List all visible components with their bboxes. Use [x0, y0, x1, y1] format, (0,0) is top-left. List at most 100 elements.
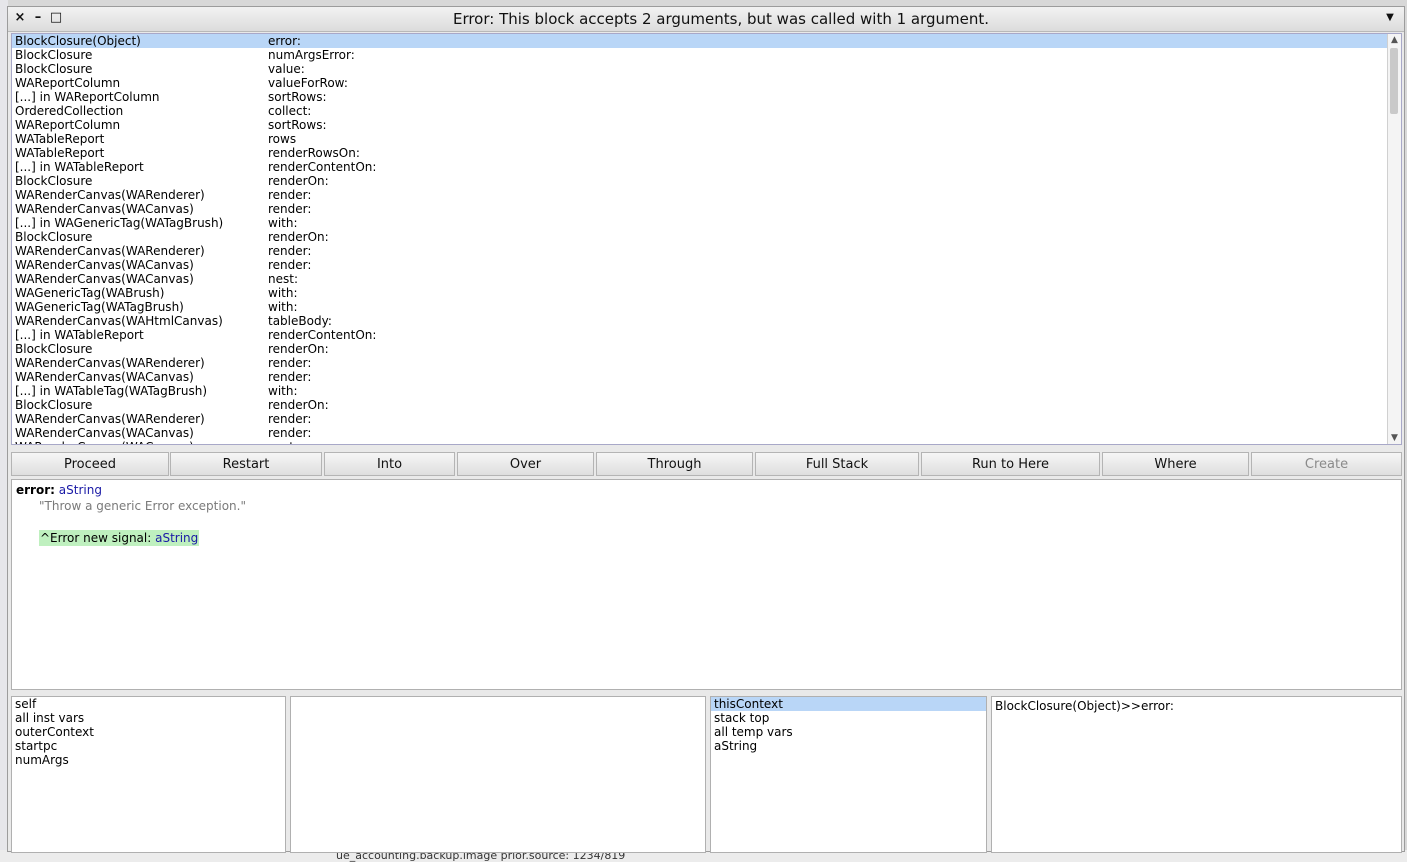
- proceed-button[interactable]: Proceed: [11, 452, 169, 476]
- where-button[interactable]: Where: [1102, 452, 1249, 476]
- stack-frame-selector: nest:: [268, 440, 298, 444]
- minimize-icon[interactable]: –: [30, 10, 46, 26]
- stack-frame-row[interactable]: [...] in WATableReport renderContentOn:: [12, 160, 1387, 174]
- title-bar[interactable]: × – □ Error: This block accepts 2 argume…: [8, 7, 1404, 32]
- stack-frame-class: WARenderCanvas(WACanvas): [15, 426, 194, 440]
- stack-frame-row[interactable]: WARenderCanvas(WACanvas) nest:: [12, 440, 1387, 444]
- through-button[interactable]: Through: [596, 452, 753, 476]
- scroll-thumb[interactable]: [1390, 48, 1398, 114]
- stack-frame-row[interactable]: WATableReport rows: [12, 132, 1387, 146]
- stack-frame-row[interactable]: WARenderCanvas(WARenderer) render:: [12, 188, 1387, 202]
- receiver-field-item[interactable]: startpc: [12, 739, 285, 753]
- restart-button[interactable]: Restart: [170, 452, 322, 476]
- receiver-field-item[interactable]: outerContext: [12, 725, 285, 739]
- stack-frame-row[interactable]: WARenderCanvas(WAHtmlCanvas) tableBody:: [12, 314, 1387, 328]
- stack-frame-selector: render:: [268, 426, 312, 440]
- stack-frame-selector: tableBody:: [268, 314, 332, 328]
- stack-frame-row[interactable]: WAGenericTag(WATagBrush) with:: [12, 300, 1387, 314]
- stack-frame-row[interactable]: BlockClosure value:: [12, 62, 1387, 76]
- receiver-field-item[interactable]: self: [12, 697, 285, 711]
- stack-frame-row[interactable]: BlockClosure renderOn:: [12, 398, 1387, 412]
- stack-frame-row[interactable]: BlockClosure(Object) error:: [12, 34, 1387, 48]
- stack-frame-class: WAGenericTag(WATagBrush): [15, 300, 184, 314]
- context-field-list[interactable]: thisContext stack top all temp vars aString: [710, 696, 987, 853]
- run-to-here-button[interactable]: Run to Here: [921, 452, 1100, 476]
- stack-frame-class: BlockClosure: [15, 398, 93, 412]
- stack-frame-class: BlockClosure: [15, 230, 93, 244]
- source-code-pane[interactable]: error: aString "Throw a generic Error ex…: [11, 479, 1402, 690]
- over-button[interactable]: Over: [457, 452, 594, 476]
- stack-list-pane[interactable]: BlockClosure(Object) error: BlockClosure nu…: [11, 33, 1402, 445]
- context-field-item[interactable]: all temp vars: [711, 725, 986, 739]
- stack-frame-class: WAReportColumn: [15, 76, 121, 90]
- method-comment: "Throw a generic Error exception.": [39, 499, 246, 513]
- stack-frame-row[interactable]: BlockClosure renderOn:: [12, 174, 1387, 188]
- context-value-pane[interactable]: BlockClosure(Object)>>error:: [991, 696, 1402, 853]
- stack-frame-row[interactable]: WARenderCanvas(WARenderer) render:: [12, 244, 1387, 258]
- stack-frame-selector: sortRows:: [268, 118, 327, 132]
- debugger-window: × – □ Error: This block accepts 2 argume…: [7, 6, 1405, 853]
- stack-frame-class: WARenderCanvas(WARenderer): [15, 356, 205, 370]
- receiver-field-item[interactable]: numArgs: [12, 753, 285, 767]
- stack-frame-class: [...] in WAReportColumn: [15, 90, 160, 104]
- stack-frame-row[interactable]: OrderedCollection collect:: [12, 104, 1387, 118]
- context-field-item[interactable]: aString: [711, 739, 986, 753]
- stack-frame-row[interactable]: WARenderCanvas(WACanvas) render:: [12, 370, 1387, 384]
- receiver-field-item[interactable]: all inst vars: [12, 711, 285, 725]
- stack-frame-row[interactable]: WATableReport renderRowsOn:: [12, 146, 1387, 160]
- stack-frame-class: WATableReport: [15, 146, 105, 160]
- receiver-value-pane[interactable]: [290, 696, 706, 853]
- stack-frame-selector: renderContentOn:: [268, 160, 377, 174]
- stack-frame-class: OrderedCollection: [15, 104, 124, 118]
- stack-frame-selector: render:: [268, 244, 312, 258]
- stack-frame-row[interactable]: WAReportColumn valueForRow:: [12, 76, 1387, 90]
- stack-frame-selector: render:: [268, 356, 312, 370]
- receiver-value-text: [291, 697, 705, 701]
- full-stack-button[interactable]: Full Stack: [755, 452, 919, 476]
- stack-frame-class: WARenderCanvas(WACanvas): [15, 272, 194, 286]
- stack-frame-row[interactable]: WARenderCanvas(WARenderer) render:: [12, 412, 1387, 426]
- window-menu-icon[interactable]: ▼: [1382, 10, 1398, 26]
- stack-scrollbar[interactable]: ▲ ▼: [1387, 34, 1401, 444]
- stack-frame-class: WAGenericTag(WABrush): [15, 286, 165, 300]
- receiver-field-list[interactable]: self all inst vars outerContext startpc numA…: [11, 696, 286, 853]
- stack-frame-row[interactable]: [...] in WATableReport renderContentOn:: [12, 328, 1387, 342]
- stack-frame-selector: collect:: [268, 104, 312, 118]
- stack-frame-selector: renderOn:: [268, 174, 329, 188]
- stack-frame-selector: render:: [268, 202, 312, 216]
- stack-frame-selector: with:: [268, 384, 298, 398]
- stack-frame-class: WARenderCanvas(WACanvas): [15, 202, 194, 216]
- stack-frame-row[interactable]: WAReportColumn sortRows:: [12, 118, 1387, 132]
- stack-frame-row[interactable]: BlockClosure renderOn:: [12, 230, 1387, 244]
- context-value-text: BlockClosure(Object)>>error:: [995, 699, 1174, 713]
- stack-frame-row[interactable]: WARenderCanvas(WARenderer) render:: [12, 356, 1387, 370]
- stack-frame-row[interactable]: WAGenericTag(WABrush) with:: [12, 286, 1387, 300]
- stack-frame-row[interactable]: [...] in WAGenericTag(WATagBrush) with:: [12, 216, 1387, 230]
- close-icon[interactable]: ×: [12, 10, 28, 26]
- stack-frame-selector: renderRowsOn:: [268, 146, 360, 160]
- context-field-item[interactable]: stack top: [711, 711, 986, 725]
- stack-frame-row[interactable]: WARenderCanvas(WACanvas) render:: [12, 258, 1387, 272]
- stack-frame-class: WARenderCanvas(WARenderer): [15, 244, 205, 258]
- stack-frame-class: [...] in WATableReport: [15, 160, 144, 174]
- into-button[interactable]: Into: [324, 452, 455, 476]
- context-field-item[interactable]: thisContext: [711, 697, 986, 711]
- stack-frame-row[interactable]: WARenderCanvas(WACanvas) render:: [12, 426, 1387, 440]
- stack-frame-row[interactable]: WARenderCanvas(WACanvas) render:: [12, 202, 1387, 216]
- stack-frame-row[interactable]: [...] in WATableTag(WATagBrush) with:: [12, 384, 1387, 398]
- stack-frame-selector: render:: [268, 258, 312, 272]
- create-button[interactable]: Create: [1251, 452, 1402, 476]
- scroll-down-icon[interactable]: ▼: [1388, 432, 1401, 444]
- stack-frame-row[interactable]: WARenderCanvas(WACanvas) nest:: [12, 272, 1387, 286]
- stack-frame-selector: renderContentOn:: [268, 328, 377, 342]
- stack-frame-class: WARenderCanvas(WACanvas): [15, 370, 194, 384]
- stack-frame-class: [...] in WATableReport: [15, 328, 144, 342]
- stack-frame-row[interactable]: BlockClosure numArgsError:: [12, 48, 1387, 62]
- scroll-up-icon[interactable]: ▲: [1388, 34, 1401, 46]
- stack-frame-selector: with:: [268, 300, 298, 314]
- stack-frame-row[interactable]: [...] in WAReportColumn sortRows:: [12, 90, 1387, 104]
- maximize-icon[interactable]: □: [48, 10, 64, 26]
- method-selector: error:: [16, 483, 55, 497]
- stack-frame-row[interactable]: BlockClosure renderOn:: [12, 342, 1387, 356]
- stack-list[interactable]: BlockClosure(Object) error: BlockClosure nu…: [12, 34, 1387, 444]
